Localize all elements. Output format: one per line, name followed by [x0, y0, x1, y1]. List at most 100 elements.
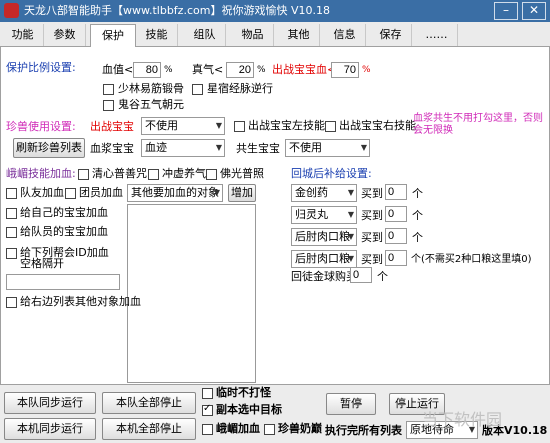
- heal-target-select[interactable]: 其他要加血的对象: [127, 184, 223, 202]
- guild-heal-sublabel: 空格隔开: [20, 257, 64, 270]
- pet-heading: 珍兽使用设置:: [6, 120, 76, 133]
- guild-heal-checkbox[interactable]: [6, 248, 17, 259]
- right-list-heal-label: 给右边列表其他对象加血: [20, 295, 141, 308]
- pet-nurse-checkbox[interactable]: [264, 424, 275, 435]
- dungeon-target-label: 副本选中目标: [216, 403, 282, 416]
- supply-item-1-select[interactable]: 金创药: [291, 184, 357, 202]
- team-heal-label: 队友加血: [20, 186, 64, 199]
- tab-params[interactable]: 参数: [44, 24, 86, 46]
- hp-label: 血值<: [102, 63, 134, 76]
- mp-label: 真气<: [192, 63, 224, 76]
- mp-input[interactable]: [226, 62, 254, 78]
- group-heal-checkbox[interactable]: [65, 188, 76, 199]
- tab-team[interactable]: 组队: [184, 24, 226, 46]
- foguang-label: 佛光普照: [220, 167, 264, 180]
- pause-button[interactable]: 暂停: [326, 393, 376, 415]
- tab-items[interactable]: 物品: [232, 24, 274, 46]
- window-title: 天龙八部智能助手【www.tlbbfz.com】祝你游戏愉快 V10.18: [24, 4, 330, 17]
- title-bar: 天龙八部智能助手【www.tlbbfz.com】祝你游戏愉快 V10.18 – …: [0, 0, 550, 22]
- gold-ball-unit: 个: [377, 270, 388, 283]
- emei-heal-label: 峨嵋加血: [216, 422, 260, 435]
- watermark: 当下软件园: [422, 410, 503, 429]
- supply-item-4-select[interactable]: 后肘肉口粮: [291, 250, 357, 268]
- team-pet-heal-checkbox[interactable]: [6, 227, 17, 238]
- battle-pet-label: 出战宝宝: [90, 120, 134, 133]
- minimize-button[interactable]: –: [494, 2, 518, 20]
- guigu-checkbox[interactable]: [103, 100, 114, 111]
- team-pet-heal-label: 给队员的宝宝加血: [20, 225, 108, 238]
- supply-buy-1: 买到: [361, 187, 383, 200]
- supply-unit-1: 个: [412, 187, 423, 200]
- close-button[interactable]: ✕: [522, 2, 546, 20]
- local-sync-run-button[interactable]: 本机同步运行: [4, 418, 96, 440]
- supply-item-3-select[interactable]: 后肘肉口粮: [291, 228, 357, 246]
- dungeon-target-checkbox[interactable]: [202, 403, 213, 416]
- tab-info[interactable]: 信息: [324, 24, 366, 46]
- chongxu-checkbox[interactable]: [148, 169, 159, 180]
- right-skill-checkbox[interactable]: [325, 121, 336, 132]
- pet-note: 血浆共生不用打勾这里，否则会无限换: [413, 113, 543, 136]
- foguang-checkbox[interactable]: [206, 169, 217, 180]
- tab-protect[interactable]: 保护: [90, 24, 136, 48]
- emei-heal-checkbox[interactable]: [202, 424, 213, 435]
- hp-unit: %: [164, 65, 173, 75]
- qingxin-label: 清心普善咒: [92, 167, 147, 180]
- supply-unit-2: 个: [412, 209, 423, 222]
- pet-hp-input[interactable]: [331, 62, 359, 78]
- pet-hp-unit: %: [362, 65, 371, 75]
- battle-pet-select[interactable]: 不使用: [141, 117, 225, 135]
- gold-ball-label: 回徒金球购买: [291, 270, 357, 283]
- heal-target-list[interactable]: [127, 204, 256, 383]
- chongxu-label: 冲虚养气: [162, 167, 206, 180]
- tab-other[interactable]: 其他: [278, 24, 320, 46]
- team-sync-run-button[interactable]: 本队同步运行: [4, 392, 96, 414]
- supply-buy-3: 买到: [361, 231, 383, 244]
- symbiote-pet-label: 共生宝宝: [236, 142, 280, 155]
- app-icon: [4, 3, 19, 18]
- tab-more[interactable]: ……: [416, 24, 458, 46]
- supply-heading: 回城后补给设置:: [291, 167, 372, 180]
- qingxin-checkbox[interactable]: [78, 169, 89, 180]
- tab-function[interactable]: 功能: [2, 24, 44, 46]
- tab-skills[interactable]: 技能: [136, 24, 178, 46]
- left-skill-checkbox[interactable]: [234, 121, 245, 132]
- emei-heading: 峨嵋技能加血:: [6, 167, 76, 180]
- guild-id-input[interactable]: [6, 274, 120, 290]
- refresh-pet-list-button[interactable]: 刷新珍兽列表: [13, 138, 85, 158]
- xingxiu-label: 星宿经脉逆行: [207, 82, 273, 95]
- group-heal-label: 团员加血: [79, 186, 123, 199]
- right-list-heal-checkbox[interactable]: [6, 297, 17, 308]
- supply-unit-3: 个: [412, 231, 423, 244]
- no-fight-label: 临时不打怪: [216, 386, 271, 399]
- supply-count-3[interactable]: [385, 228, 407, 244]
- supply-count-1[interactable]: [385, 184, 407, 200]
- no-fight-checkbox[interactable]: [202, 388, 213, 399]
- hp-input[interactable]: [133, 62, 161, 78]
- tab-bar: 功能 参数 保护 技能 组队 物品 其他 信息 保存 ……: [0, 22, 550, 48]
- xingxiu-checkbox[interactable]: [192, 84, 203, 95]
- guigu-label: 鬼谷五气朝元: [118, 98, 184, 111]
- left-skill-label: 出战宝宝左技能: [248, 119, 325, 132]
- supply-count-4[interactable]: [385, 250, 407, 266]
- add-target-button[interactable]: 增加: [228, 184, 256, 202]
- supply-item-2-select[interactable]: 归灵丸: [291, 206, 357, 224]
- right-skill-label: 出战宝宝右技能: [339, 119, 416, 132]
- pet-nurse-label: 珍兽奶巅: [278, 422, 322, 435]
- local-stop-all-button[interactable]: 本机全部停止: [102, 418, 196, 440]
- supply-buy-2: 买到: [361, 209, 383, 222]
- supply-note-4: 个(不需买2种口粮这里填0): [411, 254, 532, 265]
- team-heal-checkbox[interactable]: [6, 188, 17, 199]
- symbiote-pet-select[interactable]: 不使用: [285, 139, 370, 157]
- gold-ball-count[interactable]: [350, 267, 372, 283]
- protect-heading: 保护比例设置:: [6, 61, 76, 74]
- run-all-lists-label: 执行完所有列表: [325, 424, 402, 437]
- mp-unit: %: [257, 65, 266, 75]
- blood-pet-select[interactable]: 血迹: [141, 139, 225, 157]
- shaolin-checkbox[interactable]: [103, 84, 114, 95]
- own-pet-heal-checkbox[interactable]: [6, 208, 17, 219]
- tab-save[interactable]: 保存: [370, 24, 412, 46]
- supply-buy-4: 买到: [361, 253, 383, 266]
- own-pet-heal-label: 给自己的宝宝加血: [20, 206, 108, 219]
- supply-count-2[interactable]: [385, 206, 407, 222]
- team-stop-all-button[interactable]: 本队全部停止: [102, 392, 196, 414]
